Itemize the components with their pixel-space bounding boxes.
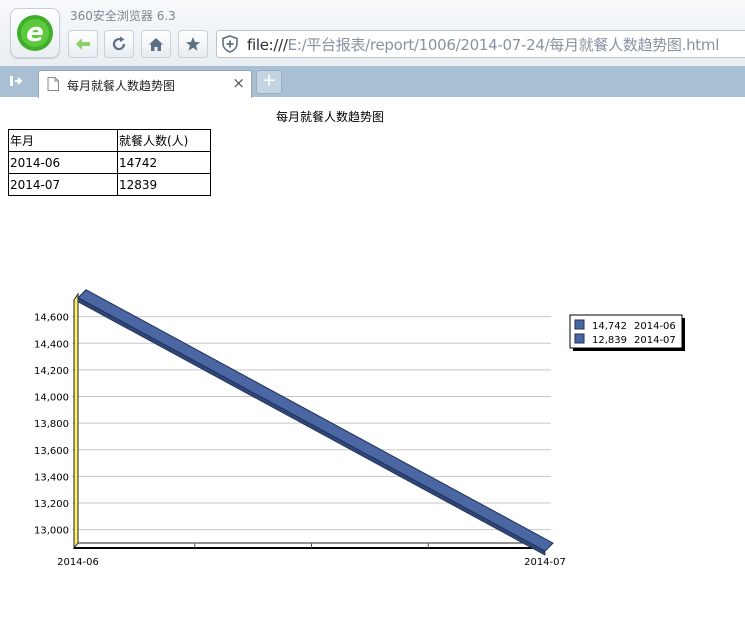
legend-value: 14,742 bbox=[592, 321, 627, 332]
y-tick-label: 13,600 bbox=[34, 446, 69, 457]
legend-swatch bbox=[574, 319, 585, 330]
y-tick-label: 14,600 bbox=[34, 313, 69, 324]
left-wall bbox=[73, 292, 79, 550]
legend-value: 12,839 bbox=[592, 335, 627, 346]
legend-label: 2014-06 bbox=[634, 321, 676, 332]
legend-label: 2014-07 bbox=[634, 335, 676, 346]
y-tick-label: 14,000 bbox=[34, 393, 69, 404]
x-tick-label: 2014-07 bbox=[524, 557, 566, 568]
y-tick-label: 14,200 bbox=[34, 366, 69, 377]
y-tick-label: 13,000 bbox=[34, 526, 69, 537]
x-tick-label: 2014-06 bbox=[57, 557, 99, 568]
y-tick-label: 13,800 bbox=[34, 419, 69, 430]
y-tick-label: 13,200 bbox=[34, 499, 69, 510]
y-tick-label: 14,400 bbox=[34, 339, 69, 350]
y-tick-label: 13,400 bbox=[34, 472, 69, 483]
line-chart: 13,000 13,200 13,400 13,600 13,800 14,000 14,2… bbox=[34, 289, 685, 568]
legend-swatch bbox=[574, 333, 585, 344]
